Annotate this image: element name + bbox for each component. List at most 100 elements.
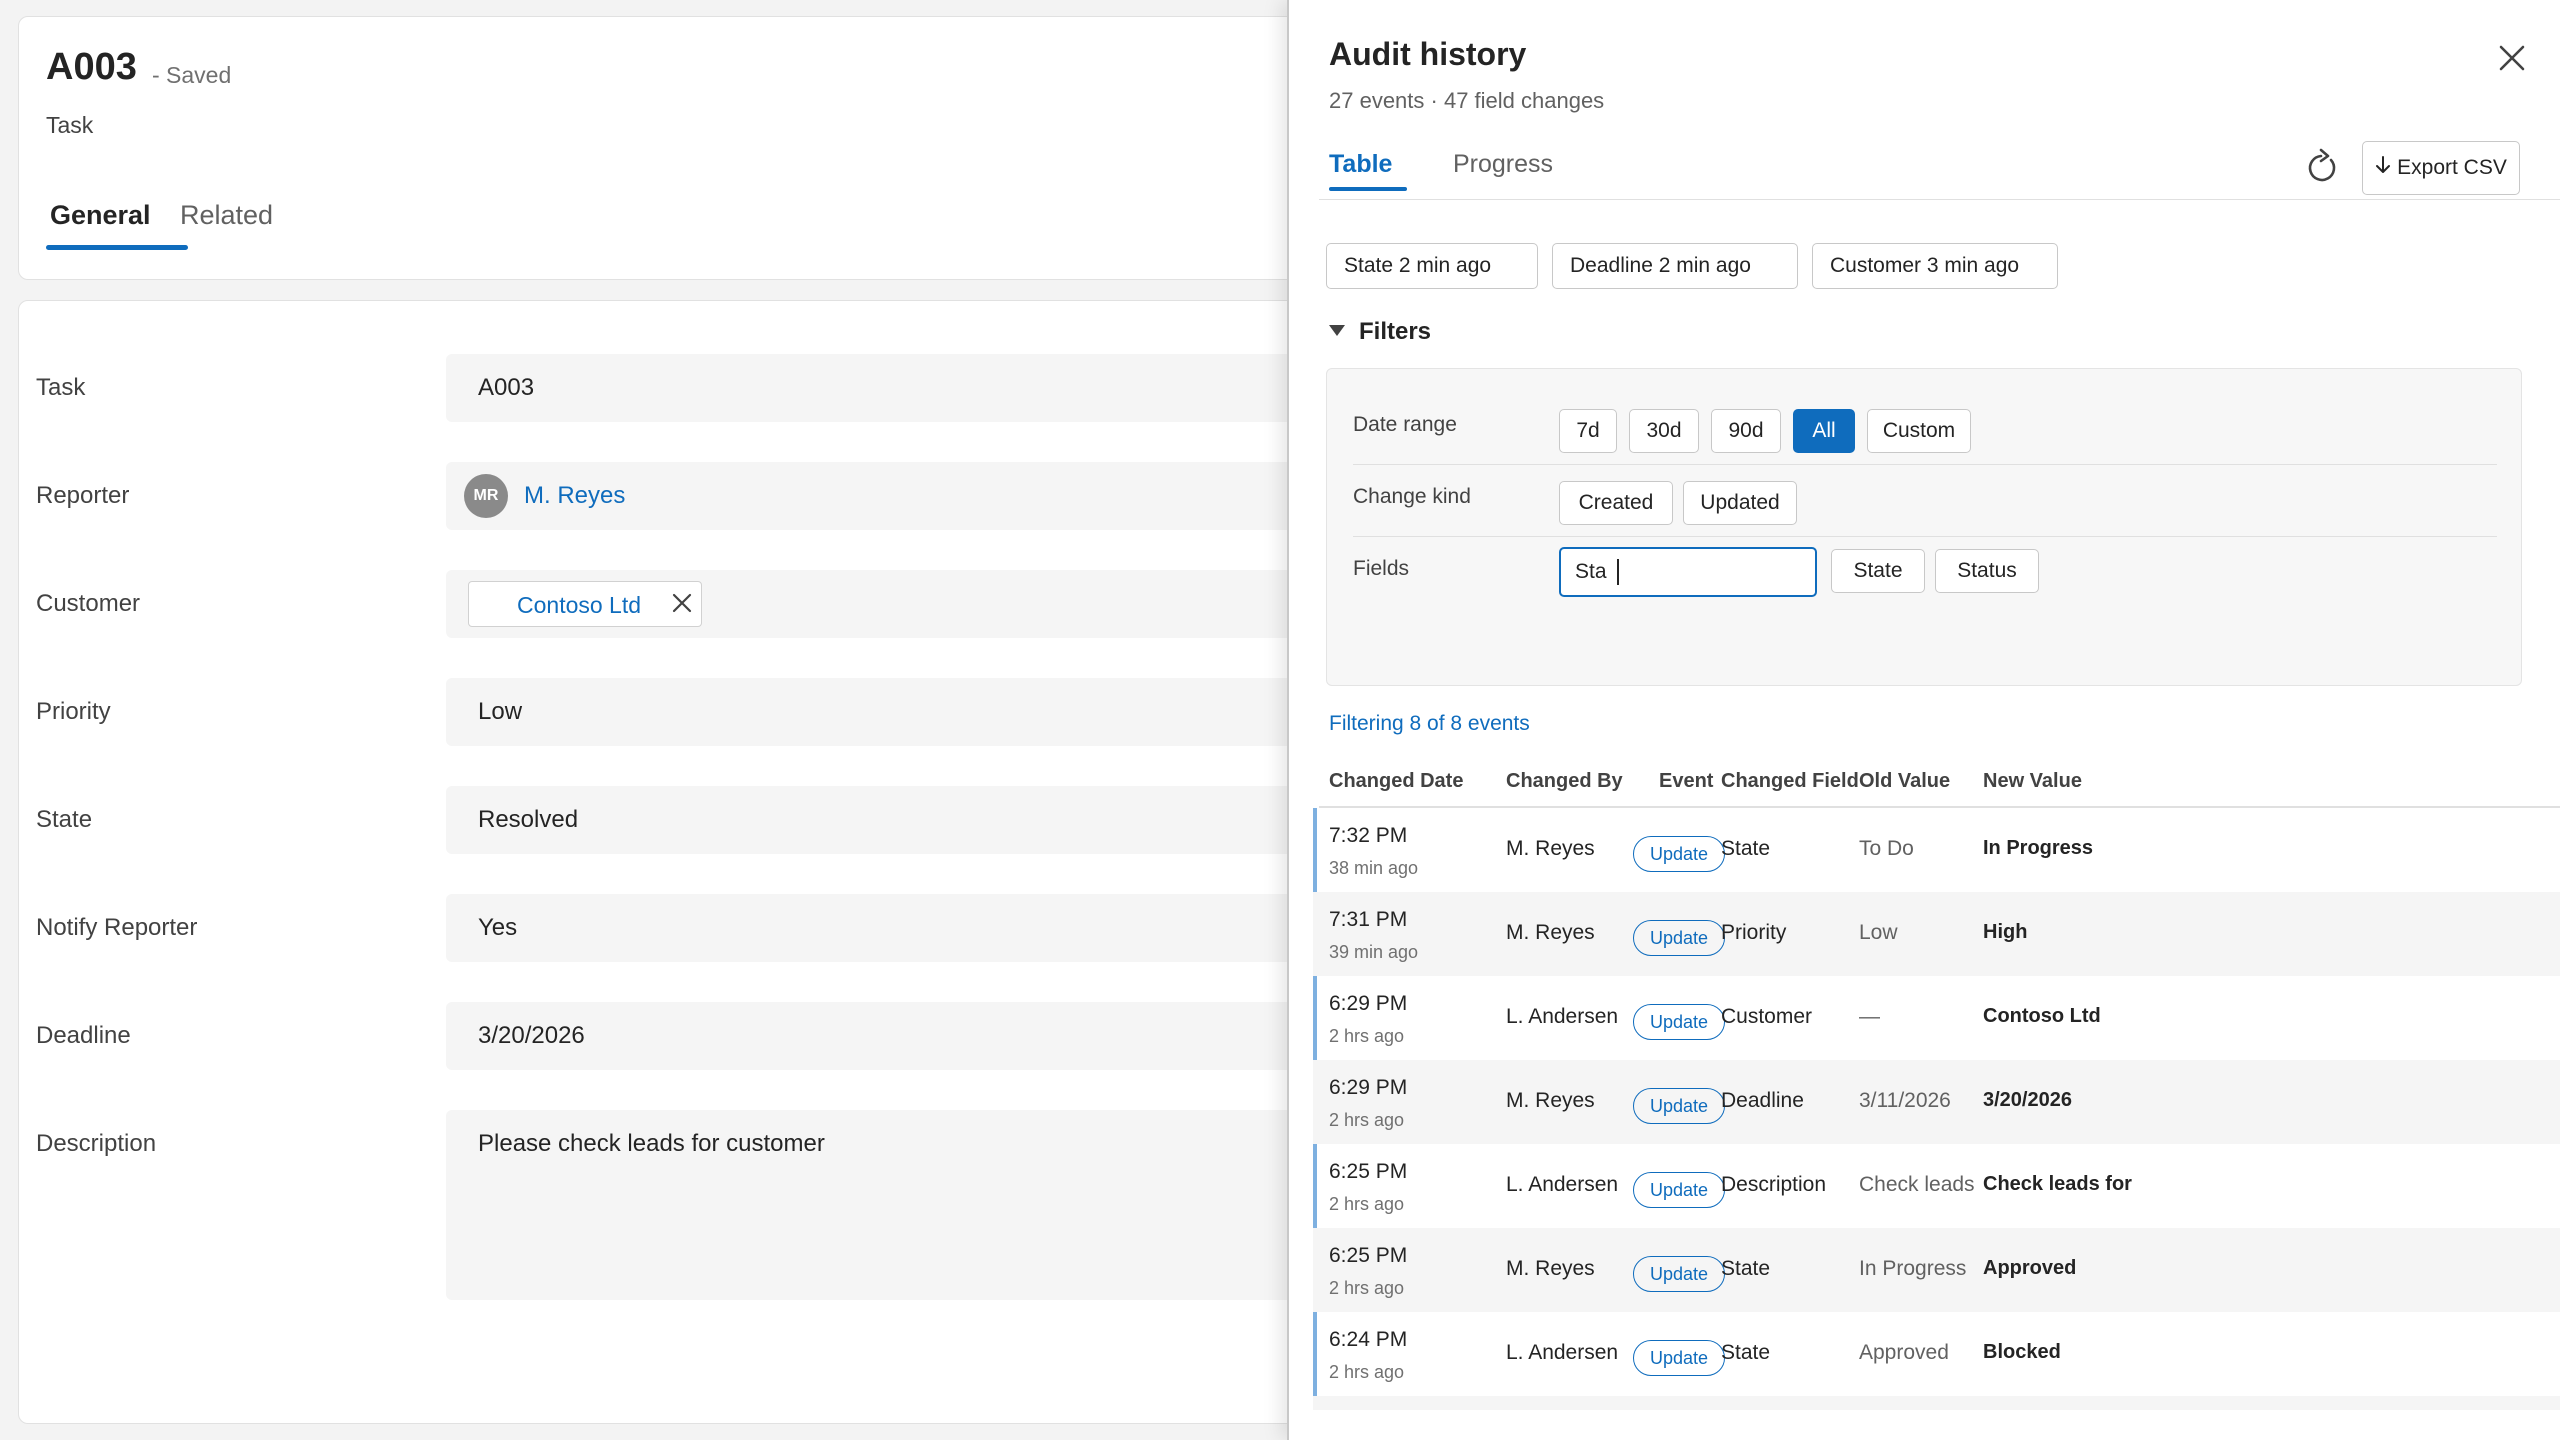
tab-related[interactable]: Related [180, 200, 273, 231]
refresh-icon[interactable] [2301, 148, 2341, 188]
changed-by: M. Reyes [1506, 1257, 1595, 1280]
fields-filter-input[interactable]: Sta [1559, 547, 1817, 597]
event-badge: Update [1633, 920, 1725, 956]
column-header-event[interactable]: Event [1659, 770, 1713, 793]
customer-link[interactable]: Contoso Ltd [517, 592, 641, 619]
remove-icon[interactable] [669, 590, 695, 616]
reporter-link[interactable]: M. Reyes [524, 482, 625, 510]
old-value: Low [1859, 921, 1898, 944]
filter-row-date-range: Date range 7d 30d 90d All Custom [1353, 369, 2497, 465]
changed-ago: 2 hrs ago [1329, 1110, 1405, 1130]
chevron-down-icon [1329, 325, 1345, 337]
quick-filter-customer[interactable]: Customer 3 min ago [1812, 243, 2058, 289]
fields-input-value: Sta [1575, 560, 1607, 583]
old-value: — [1859, 1005, 1880, 1028]
changed-by: L. Andersen [1506, 1005, 1619, 1028]
tab-table[interactable]: Table [1329, 150, 1392, 179]
field-suggestion-state[interactable]: State [1831, 549, 1925, 593]
task-field[interactable]: A003 [446, 354, 1346, 422]
changed-field: State [1721, 1257, 1771, 1280]
state-field[interactable]: Resolved [446, 786, 1346, 854]
avatar: MR [464, 474, 508, 518]
field-label: Notify Reporter [36, 914, 198, 941]
date-range-all[interactable]: All [1793, 409, 1855, 453]
audit-history-panel: Audit history 27 events · 47 field chang… [1287, 0, 2560, 1440]
table-row[interactable]: 6:29 PM 2 hrs ago L. Andersen Update Cus… [1313, 976, 2560, 1060]
date-range-custom[interactable]: Custom [1867, 409, 1971, 453]
record-form: A003 - Saved Task General Related Task A… [0, 0, 1346, 1440]
change-kind-created[interactable]: Created [1559, 481, 1673, 525]
changed-ago: 2 hrs ago [1329, 1278, 1405, 1298]
tab-general[interactable]: General [50, 200, 151, 231]
deadline-field[interactable]: 3/20/2026 [446, 1002, 1346, 1070]
changed-by: L. Andersen [1506, 1173, 1619, 1196]
export-csv-button[interactable]: Export CSV [2362, 141, 2520, 195]
date-range-7d[interactable]: 7d [1559, 409, 1617, 453]
fields-label: Fields [1353, 557, 1410, 580]
changed-time: 6:29 PM [1329, 992, 1408, 1015]
notify-reporter-field[interactable]: Yes [446, 894, 1346, 962]
column-header-changed-field[interactable]: Changed Field [1721, 770, 1859, 793]
column-header-old-value[interactable]: Old Value [1859, 770, 1950, 793]
field-value: Please check leads for customer [478, 1130, 825, 1157]
date-range-30d[interactable]: 30d [1629, 409, 1699, 453]
new-value: In Progress [1983, 837, 2094, 859]
event-badge: Update [1633, 836, 1725, 872]
field-row-customer: Customer Contoso Ltd [0, 570, 1346, 638]
changed-field: State [1721, 1341, 1771, 1364]
field-label: Reporter [36, 482, 130, 509]
column-header-new-value[interactable]: New Value [1983, 770, 2082, 793]
changed-field: Customer [1721, 1005, 1813, 1028]
event-badge: Update [1633, 1172, 1725, 1208]
column-header-changed-date[interactable]: Changed Date [1329, 770, 1463, 793]
priority-field[interactable]: Low [446, 678, 1346, 746]
table-row[interactable]: 6:29 PM 2 hrs ago M. Reyes Update Deadli… [1313, 1060, 2560, 1144]
old-value: 3/11/2026 [1859, 1089, 1951, 1112]
record-title: A003 [46, 46, 137, 88]
filters-toggle[interactable]: Filters [1329, 318, 1431, 346]
new-value: High [1983, 921, 2028, 943]
changed-field: State [1721, 837, 1771, 860]
export-csv-label: Export CSV [2397, 156, 2507, 179]
quick-filter-deadline[interactable]: Deadline 2 min ago [1552, 243, 1798, 289]
table-row[interactable]: 6:25 PM 2 hrs ago M. Reyes Update State … [1313, 1228, 2560, 1312]
new-value: Contoso Ltd [1983, 1005, 2101, 1027]
field-value: A003 [478, 374, 535, 401]
tab-active-indicator [46, 245, 188, 250]
changed-time: 6:24 PM [1329, 1328, 1408, 1351]
close-icon[interactable] [2494, 40, 2530, 76]
customer-field[interactable]: Contoso Ltd [446, 570, 1346, 638]
new-value: Check leads for [1983, 1173, 2132, 1195]
date-range-90d[interactable]: 90d [1711, 409, 1781, 453]
change-kind-updated[interactable]: Updated [1683, 481, 1797, 525]
table-row[interactable]: 7:31 PM 39 min ago M. Reyes Update Prior… [1313, 892, 2560, 976]
filters-box: Date range 7d 30d 90d All Custom Change … [1326, 368, 2522, 686]
field-suggestion-status[interactable]: Status [1935, 549, 2039, 593]
tab-progress[interactable]: Progress [1453, 150, 1553, 179]
field-row-reporter: Reporter MR M. Reyes [0, 462, 1346, 530]
record-entity-type: Task [46, 112, 94, 138]
field-row-task: Task A003 [0, 354, 1346, 422]
customer-lookup-chip[interactable]: Contoso Ltd [468, 581, 702, 627]
event-badge: Update [1633, 1340, 1725, 1376]
field-label: Priority [36, 698, 111, 725]
field-value: Low [478, 698, 523, 725]
old-value: Check leads [1859, 1173, 1975, 1196]
changed-time: 6:29 PM [1329, 1076, 1408, 1099]
tab-divider [1319, 199, 2560, 200]
filters-label: Filters [1359, 318, 1432, 345]
table-row[interactable]: 6:24 PM 2 hrs ago L. Andersen Update Sta… [1313, 1312, 2560, 1396]
field-label: Customer [36, 590, 141, 617]
record-header-card [18, 16, 1318, 280]
text-caret [1616, 559, 1619, 585]
table-row[interactable]: 6:25 PM 2 hrs ago L. Andersen Update Des… [1313, 1144, 2560, 1228]
column-header-changed-by[interactable]: Changed By [1506, 770, 1623, 793]
table-row[interactable]: 7:32 PM 38 min ago M. Reyes Update State… [1313, 808, 2560, 892]
old-value: In Progress [1859, 1257, 1967, 1280]
row-accent [1313, 1312, 1317, 1396]
quick-filter-state[interactable]: State 2 min ago [1326, 243, 1538, 289]
reporter-field[interactable]: MR M. Reyes [446, 462, 1346, 530]
row-accent [1313, 808, 1317, 892]
description-field[interactable]: Please check leads for customer [446, 1110, 1346, 1300]
changed-by: L. Andersen [1506, 1341, 1619, 1364]
